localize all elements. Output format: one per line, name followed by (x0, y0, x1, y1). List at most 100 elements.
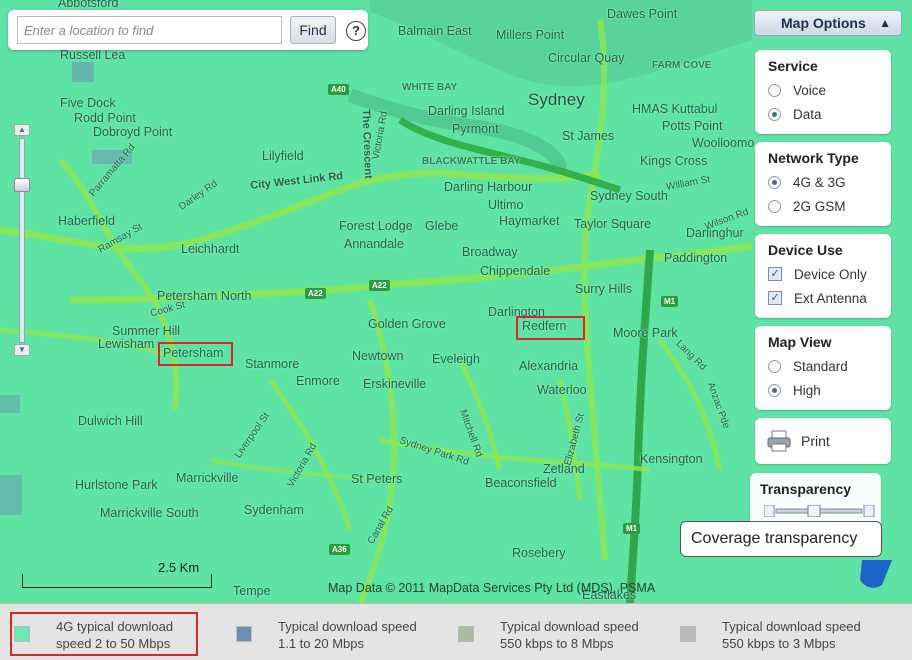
place-label: Sydenham (244, 503, 304, 517)
road-shield: M1 (623, 523, 641, 534)
option-label: High (793, 382, 821, 398)
place-label: Stanmore (245, 357, 300, 371)
radio-button[interactable] (768, 199, 781, 213)
print-button[interactable]: Print (755, 418, 891, 464)
place-label: Marrickville (176, 471, 239, 485)
place-label: Paddington (664, 251, 728, 265)
place-label: Dobroyd Point (93, 125, 173, 139)
map-options-title: Map Options (781, 15, 866, 31)
zoom-out-button[interactable]: ▼ (14, 344, 30, 356)
location-search-input[interactable] (17, 16, 282, 44)
place-label: Circular Quay (548, 51, 625, 65)
place-label: Darling Island (428, 104, 505, 118)
place-label: Erskineville (363, 377, 427, 391)
place-label: Eveleigh (432, 352, 480, 366)
water-label: FARM COVE (652, 60, 712, 71)
service-option-data[interactable]: Data (768, 102, 891, 126)
legend-line: 1.1 to 20 Mbps (278, 636, 364, 651)
place-label: Enmore (296, 374, 340, 388)
place-label: Abbotsford (58, 0, 119, 10)
place-label: Kings Cross (640, 154, 708, 168)
place-label: Petersham North (157, 289, 252, 303)
place-label: Rodd Point (74, 111, 136, 125)
place-label: Broadway (462, 245, 518, 259)
checkbox[interactable]: ✓ (768, 267, 782, 281)
radio-button[interactable] (768, 175, 781, 189)
network-option-2g[interactable]: 2G GSM (768, 194, 891, 218)
place-label: Hurlstone Park (75, 478, 158, 492)
radio-button[interactable] (768, 83, 781, 97)
option-label: 4G & 3G (793, 174, 846, 190)
place-label: Moore Park (613, 326, 678, 340)
place-label: Golden Grove (368, 317, 446, 331)
place-label: Leichhardt (181, 242, 240, 256)
place-label: Kensington (640, 452, 703, 466)
option-label: Device Only (794, 266, 867, 282)
scale-label: 2.5 Km (158, 560, 200, 575)
collapse-arrow-icon: ▲ (879, 16, 891, 30)
transparency-title: Transparency (760, 481, 852, 497)
scale-bar (22, 574, 212, 588)
place-label: Glebe (425, 219, 459, 233)
place-label: Newtown (352, 349, 404, 363)
legend-line: Typical download speed (278, 619, 417, 634)
place-label: Forest Lodge (339, 219, 413, 233)
radio-button[interactable] (768, 383, 781, 397)
place-label: Tempe (233, 584, 271, 598)
place-label: Beaconsfield (485, 476, 557, 490)
network-type-title: Network Type (768, 150, 859, 166)
zoom-track[interactable] (19, 138, 25, 343)
print-label: Print (801, 433, 830, 449)
find-button[interactable]: Find (290, 16, 336, 44)
highlighted-place-label: Redfern (522, 319, 567, 333)
map-view-option-standard[interactable]: Standard (768, 354, 891, 378)
service-group: Service Voice Data (755, 50, 891, 134)
place-label: Ultimo (488, 198, 524, 212)
place-label: Chippendale (480, 264, 551, 278)
network-option-4g3g[interactable]: 4G & 3G (768, 170, 891, 194)
map-view-group: Map View Standard High (755, 326, 891, 410)
device-option-device-only[interactable]: ✓ Device Only (768, 262, 891, 286)
device-option-ext-antenna[interactable]: ✓ Ext Antenna (768, 286, 891, 310)
map-view-option-high[interactable]: High (768, 378, 891, 402)
place-label: Haberfield (58, 214, 115, 228)
map-view-title: Map View (768, 334, 832, 350)
place-label: Dawes Point (607, 7, 678, 21)
coverage-map-app: Abbotsford Balmain East Millers Point Da… (0, 0, 912, 660)
place-label: Millers Point (496, 28, 565, 42)
map-options-toggle[interactable]: Map Options ▲ (754, 10, 902, 36)
checkbox[interactable]: ✓ (768, 291, 782, 305)
printer-icon (767, 430, 791, 452)
place-label: Annandale (344, 237, 404, 251)
map-copyright: Map Data © 2011 MapData Services Pty Ltd… (328, 581, 656, 595)
place-label: Summer Hill (112, 324, 181, 338)
device-use-group: Device Use ✓ Device Only ✓ Ext Antenna (755, 234, 891, 318)
help-icon[interactable]: ? (346, 21, 366, 41)
place-label: Lilyfield (262, 149, 304, 163)
highlighted-place-label: Petersham (163, 346, 224, 360)
option-label: Data (793, 106, 822, 122)
zoom-in-button[interactable]: ▲ (14, 124, 30, 136)
place-label: Lewisham (98, 337, 155, 351)
service-title: Service (768, 58, 818, 74)
place-label: Waterloo (537, 383, 587, 397)
place-label: Pyrmont (452, 122, 499, 136)
legend-swatch (458, 626, 474, 642)
radio-button[interactable] (768, 107, 781, 121)
legend-swatch (680, 626, 696, 642)
city-label: Sydney (528, 90, 585, 109)
option-label: Ext Antenna (794, 290, 867, 306)
radio-button[interactable] (768, 359, 781, 373)
road-shield: M1 (661, 296, 679, 307)
service-option-voice[interactable]: Voice (768, 78, 891, 102)
road-shield: A40 (328, 84, 349, 95)
transparency-slider[interactable] (764, 505, 876, 517)
zoom-slider-handle[interactable] (14, 178, 30, 192)
legend-line: 550 kbps to 8 Mbps (500, 636, 614, 651)
place-label: St Peters (351, 472, 403, 486)
place-label: Russell Lea (60, 48, 126, 62)
place-label: Dulwich Hill (78, 414, 143, 428)
place-label: Woolloomo (692, 136, 755, 150)
road-label: The Crescent (359, 108, 375, 180)
option-label: Standard (793, 358, 848, 374)
